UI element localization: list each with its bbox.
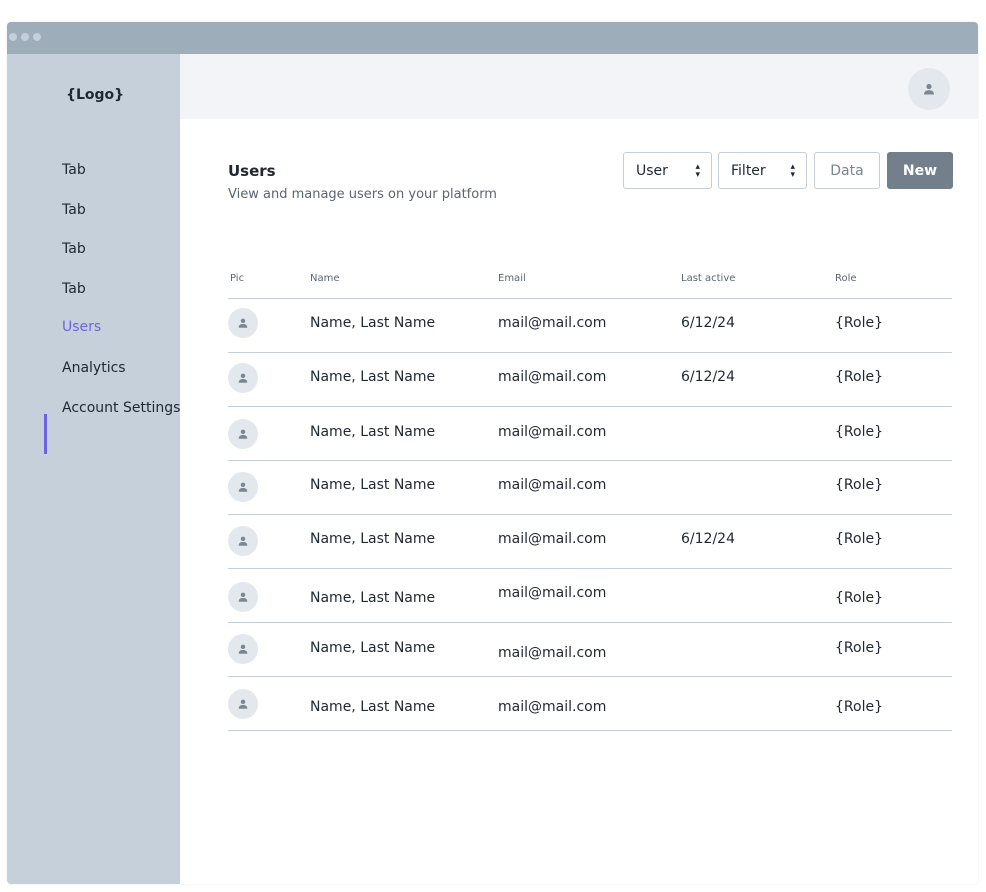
sidebar-item-users[interactable]: Users [62, 319, 101, 335]
page-subtitle: View and manage users on your platform [228, 187, 497, 202]
main-content: Users View and manage users on your plat… [180, 119, 978, 884]
select-chevron-icon: ▴ ▾ [790, 162, 795, 180]
select-chevron-icon: ▴ ▾ [695, 162, 700, 180]
user-email: mail@mail.com [498, 477, 607, 493]
user-name: Name, Last Name [310, 531, 436, 547]
table-body: Name, Last Name mail@mail.com 6/12/24 {Role… [228, 299, 952, 731]
table-row[interactable]: Name, Last Name mail@mail.com 6/12/24 {Role… [228, 299, 952, 353]
app-window: {Logo} Tab Tab Tab Tab Users Analytics A… [7, 22, 978, 884]
active-nav-indicator [44, 414, 47, 454]
user-role: {Role} [835, 590, 883, 606]
column-header-email: Email [498, 273, 526, 284]
avatar [228, 419, 258, 449]
user-role: {Role} [835, 699, 883, 715]
user-email: mail@mail.com [498, 369, 607, 385]
avatar [228, 308, 258, 338]
user-icon [238, 592, 248, 602]
avatar [228, 634, 258, 664]
user-name: Name, Last Name [310, 699, 436, 715]
user-last-active: 6/12/24 [681, 531, 735, 547]
window-controls [9, 33, 41, 41]
user-email: mail@mail.com [498, 315, 607, 331]
table-row[interactable]: Name, Last Name mail@mail.com {Role} [228, 569, 952, 623]
table-row[interactable]: Name, Last Name mail@mail.com {Role} [228, 461, 952, 515]
user-last-active: 6/12/24 [681, 369, 735, 385]
user-icon [238, 482, 248, 492]
user-icon [238, 318, 248, 328]
user-email: mail@mail.com [498, 645, 607, 661]
user-icon [238, 699, 248, 709]
sidebar-item-account-settings[interactable]: Account Settings [62, 400, 180, 416]
user-email: mail@mail.com [498, 699, 607, 715]
column-header-pic: Pic [230, 273, 245, 284]
avatar [228, 526, 258, 556]
user-role: {Role} [835, 315, 883, 331]
data-button[interactable]: Data [814, 152, 880, 189]
window-titlebar [7, 22, 978, 54]
window-minimize-dot[interactable] [21, 33, 29, 41]
sidebar-item-tab-3[interactable]: Tab [62, 241, 86, 257]
table-row[interactable]: Name, Last Name mail@mail.com {Role} [228, 623, 952, 677]
avatar [228, 689, 258, 719]
user-name: Name, Last Name [310, 640, 436, 656]
users-table: Pic Name Email Last active Role Name, La… [228, 249, 952, 731]
window-maximize-dot[interactable] [33, 33, 41, 41]
user-last-active: 6/12/24 [681, 315, 735, 331]
table-row[interactable]: Name, Last Name mail@mail.com {Role} [228, 407, 952, 461]
sidebar-item-tab-4[interactable]: Tab [62, 281, 86, 297]
user-name: Name, Last Name [310, 590, 436, 606]
user-name: Name, Last Name [310, 315, 436, 331]
avatar [228, 472, 258, 502]
sidebar: {Logo} Tab Tab Tab Tab Users Analytics A… [7, 54, 180, 884]
table-header: Pic Name Email Last active Role [228, 249, 952, 299]
user-role: {Role} [835, 369, 883, 385]
user-icon [238, 429, 248, 439]
user-icon [238, 536, 248, 546]
avatar [228, 582, 258, 612]
window-close-dot[interactable] [9, 33, 17, 41]
filter-select-value: Filter [731, 162, 766, 179]
account-avatar[interactable] [908, 68, 950, 110]
table-row[interactable]: Name, Last Name mail@mail.com 6/12/24 {Role… [228, 353, 952, 407]
user-email: mail@mail.com [498, 585, 607, 601]
user-name: Name, Last Name [310, 424, 436, 440]
user-email: mail@mail.com [498, 531, 607, 547]
column-header-last-active: Last active [681, 273, 736, 284]
user-name: Name, Last Name [310, 477, 436, 493]
column-header-name: Name [310, 273, 340, 284]
user-icon [238, 644, 248, 654]
sidebar-item-tab-2[interactable]: Tab [62, 202, 86, 218]
sidebar-item-analytics[interactable]: Analytics [62, 360, 126, 376]
column-header-role: Role [835, 273, 857, 284]
user-select-value: User [636, 162, 668, 179]
page-title: Users [228, 162, 276, 180]
user-role: {Role} [835, 531, 883, 547]
user-name: Name, Last Name [310, 369, 436, 385]
logo[interactable]: {Logo} [66, 87, 124, 103]
sidebar-item-tab-1[interactable]: Tab [62, 162, 86, 178]
top-bar [180, 54, 978, 119]
user-icon [924, 83, 934, 95]
user-email: mail@mail.com [498, 424, 607, 440]
table-row[interactable]: Name, Last Name mail@mail.com {Role} [228, 677, 952, 731]
avatar [228, 363, 258, 393]
user-role: {Role} [835, 477, 883, 493]
user-icon [238, 373, 248, 383]
user-role: {Role} [835, 640, 883, 656]
table-row[interactable]: Name, Last Name mail@mail.com 6/12/24 {Role… [228, 515, 952, 569]
user-role: {Role} [835, 424, 883, 440]
new-button[interactable]: New [887, 152, 953, 189]
filter-select[interactable]: Filter ▴ ▾ [718, 152, 807, 189]
user-select[interactable]: User ▴ ▾ [623, 152, 712, 189]
